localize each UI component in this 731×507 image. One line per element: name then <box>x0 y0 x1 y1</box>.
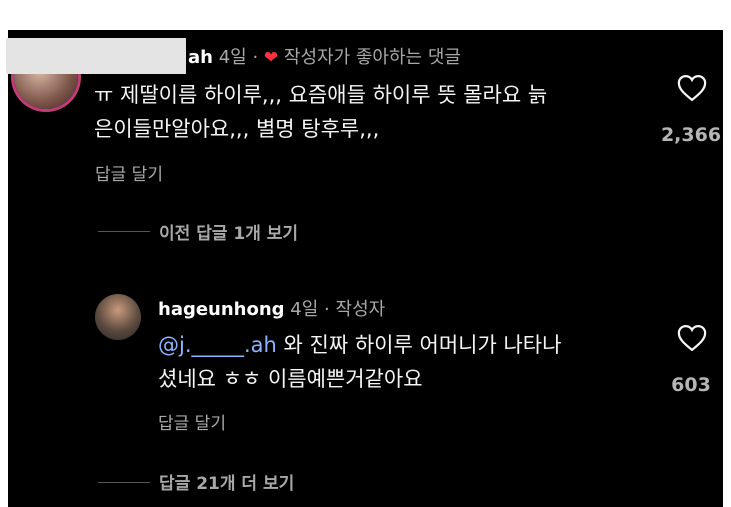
reply-text: @j._____.ah 와 진짜 하이루 어머니가 나타나 셨네요 ㅎㅎ 이름예… <box>158 328 658 396</box>
mention-link[interactable]: @j._____.ah <box>158 333 277 357</box>
reply-meta: hageunhong 4일 · 작성자 <box>158 295 385 321</box>
reply-time: 4일 <box>290 299 319 320</box>
separator-dot: · <box>324 299 330 320</box>
reply-like-count: 603 <box>671 374 711 396</box>
liked-by-author-label: 작성자가 좋아하는 댓글 <box>283 47 461 68</box>
comment-time: 4일 <box>218 47 247 68</box>
heart-outline-icon[interactable] <box>677 324 707 352</box>
comment-line-1: ㅠ 제딸이름 하이루,,, 요즘애들 하이루 뜻 몰라요 늙 <box>94 83 548 107</box>
thread-line <box>98 231 150 232</box>
author-tag: 작성자 <box>335 299 386 320</box>
reply-line-1-rest: 와 진짜 하이루 어머니가 나타나 <box>276 333 562 357</box>
heart-icon: ❤ <box>263 48 279 68</box>
username-redaction <box>6 38 186 74</box>
reply-reply-button[interactable]: 답글 달기 <box>158 409 226 434</box>
comment-line-2: 은이들만알아요,,, 별명 탕후루,,, <box>94 117 380 141</box>
screenshot-top-border <box>0 0 731 30</box>
reply-line-2: 셨네요 ㅎㅎ 이름예쁜거같아요 <box>158 367 423 391</box>
thread-line <box>98 482 150 483</box>
view-more-replies[interactable]: 답글 21개 더 보기 <box>159 469 294 494</box>
comment-reply-button[interactable]: 답글 달기 <box>95 160 163 185</box>
comment-username-tail[interactable]: ah <box>188 47 213 68</box>
heart-outline-icon[interactable] <box>677 74 707 102</box>
comment-text: ㅠ 제딸이름 하이루,,, 요즘애들 하이루 뜻 몰라요 늙 은이들만알아요,,… <box>94 78 654 146</box>
reply-username[interactable]: hageunhong <box>158 299 285 320</box>
view-previous-replies[interactable]: 이전 답글 1개 보기 <box>159 219 298 244</box>
comment-like-count: 2,366 <box>660 124 722 146</box>
screenshot-left-border <box>0 0 8 507</box>
separator-dot: · <box>252 47 259 68</box>
reply-avatar[interactable] <box>95 294 141 340</box>
reply-line-1: @j._____.ah 와 진짜 하이루 어머니가 나타나 <box>158 328 658 362</box>
screenshot-right-border <box>723 0 731 507</box>
comment-meta: ah 4일 · ❤ 작성자가 좋아하는 댓글 <box>188 43 461 69</box>
